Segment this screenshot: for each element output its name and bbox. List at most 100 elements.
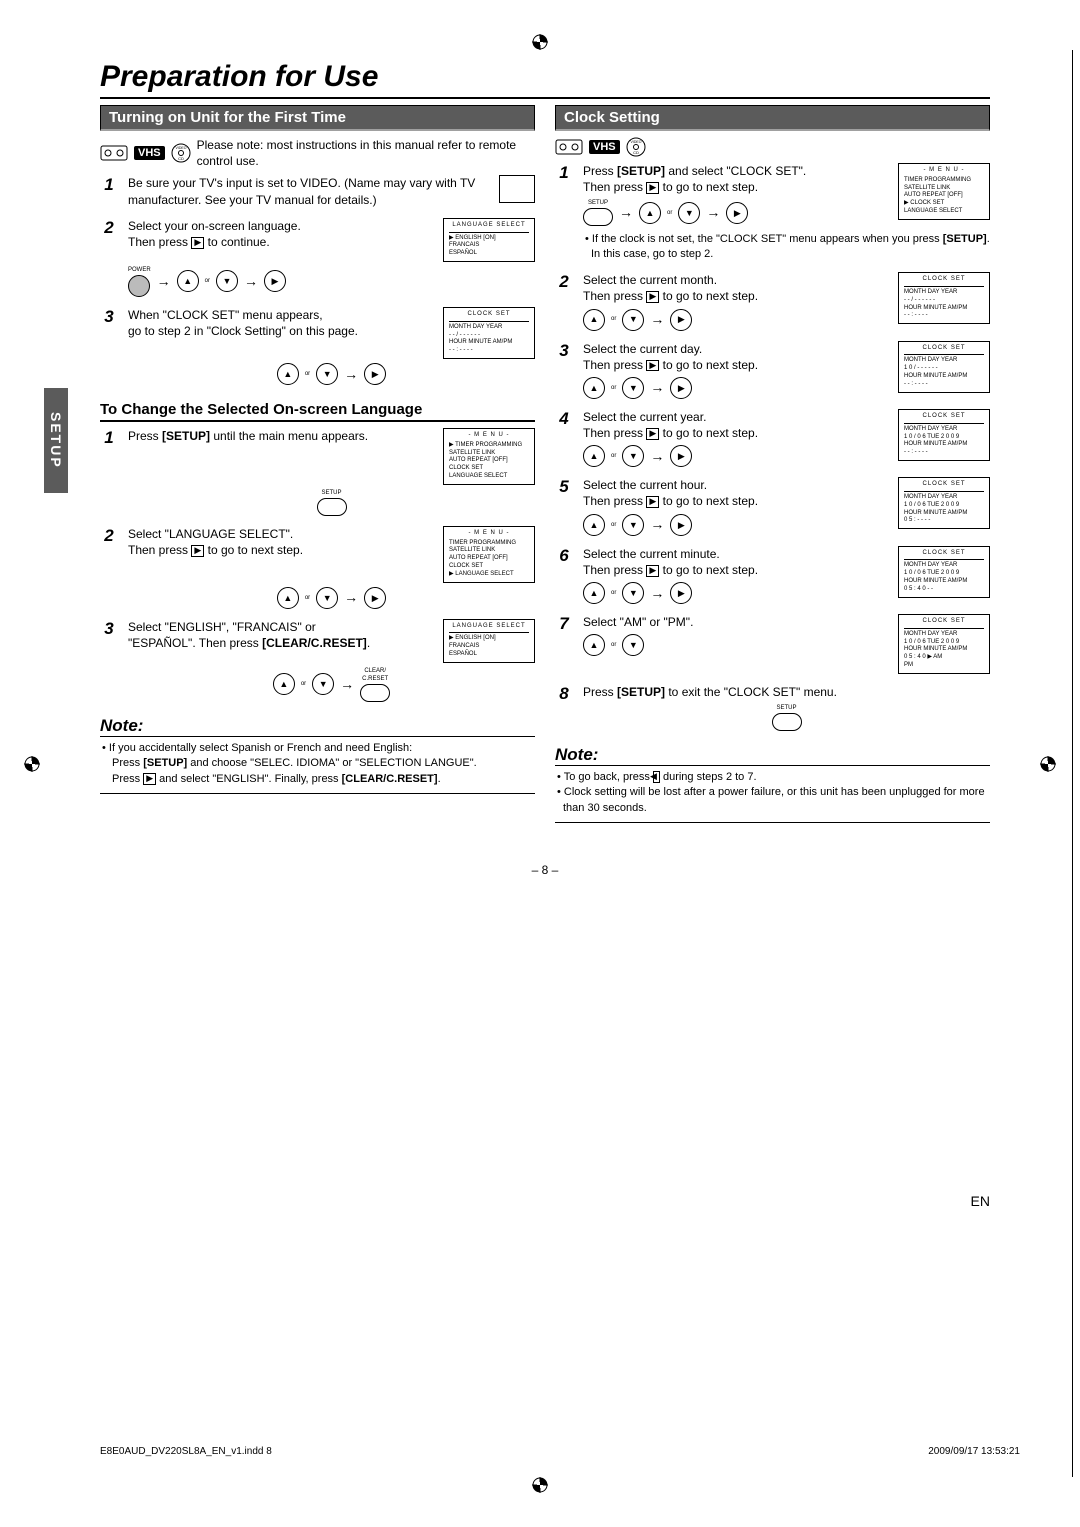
up-button-icon: ▲ (177, 270, 199, 292)
or-label: or (305, 594, 310, 602)
down-button-icon: ▼ (622, 582, 644, 604)
osd-clock-set: CLOCK SET MONTH DAY YEAR 1 0 / 0 6 TUE 2… (898, 546, 990, 598)
arrow-icon: → (619, 203, 633, 222)
right-button-icon: ▶ (364, 363, 386, 385)
print-footer: E8E0AUD_DV220SL8A_EN_v1.indd 8 2009/09/1… (100, 1446, 1020, 1457)
osd-clock-set: CLOCK SET MONTH DAY YEAR 1 0 / 0 6 TUE 2… (898, 477, 990, 529)
down-button-icon: ▼ (678, 202, 700, 224)
arrow-icon: → (157, 272, 171, 291)
osd-clock-set: CLOCK SET MONTH DAY YEAR - - / - - - - -… (898, 272, 990, 324)
right-button-icon: ▶ (670, 582, 692, 604)
step-text: Select "LANGUAGE SELECT". (128, 526, 433, 542)
step-number: 6 (555, 546, 573, 604)
right-button-icon: ▶ (670, 445, 692, 467)
or-label: or (611, 521, 616, 529)
or-label: or (611, 315, 616, 323)
arrow-icon: → (340, 675, 354, 694)
step-text: Then press ▶ to go to next step. (583, 425, 888, 441)
step-text: Select "AM" or "PM". (583, 614, 888, 630)
right-button-icon: ▶ (364, 587, 386, 609)
or-label: or (301, 680, 306, 688)
down-button-icon: ▼ (312, 673, 334, 695)
step-text: "ESPAÑOL". Then press [CLEAR/C.RESET]. (128, 635, 433, 651)
note-body: • If you accidentally select Spanish or … (100, 741, 535, 794)
osd-clock-set: CLOCK SET MONTH DAY YEAR 1 0 / - - - - -… (898, 341, 990, 393)
step-number: 3 (100, 307, 118, 385)
arrow-icon: → (244, 272, 258, 291)
up-button-icon: ▲ (639, 202, 661, 224)
step-text: Be sure your TV's input is set to VIDEO.… (128, 175, 489, 207)
arrow-icon: → (344, 588, 358, 607)
sub-bullet: • If the clock is not set, the "CLOCK SE… (583, 232, 990, 262)
up-button-icon: ▲ (583, 634, 605, 656)
registration-mark-icon (1040, 756, 1056, 772)
arrow-icon: → (650, 584, 664, 603)
registration-mark-icon (532, 1477, 548, 1493)
arrow-icon: → (706, 203, 720, 222)
or-label: or (205, 277, 210, 285)
step-number: 7 (555, 614, 573, 674)
step-text: Press [SETUP] to exit the "CLOCK SET" me… (583, 684, 990, 700)
right-button-icon: ▶ (264, 270, 286, 292)
down-button-icon: ▼ (622, 634, 644, 656)
step-number: 3 (555, 341, 573, 399)
osd-language-select: LANGUAGE SELECT ▶ ENGLISH [ON] FRANCAIS … (443, 619, 535, 663)
footer-timestamp: 2009/09/17 13:53:21 (928, 1446, 1020, 1457)
clear-button-icon (360, 684, 390, 702)
power-label: POWER (128, 266, 151, 274)
setup-label: SETUP (588, 199, 608, 207)
right-button-icon: ▶ (726, 202, 748, 224)
down-button-icon: ▼ (622, 377, 644, 399)
step-text: Select the current minute. (583, 546, 888, 562)
setup-button-icon (317, 498, 347, 516)
page-number: – 8 – (100, 863, 990, 877)
down-button-icon: ▼ (622, 309, 644, 331)
svg-text:CD: CD (633, 150, 639, 155)
step-text: Press [SETUP] and select "CLOCK SET". (583, 163, 888, 179)
down-button-icon: ▼ (622, 445, 644, 467)
step-number: 4 (555, 409, 573, 467)
subsection-header: To Change the Selected On-screen Languag… (100, 401, 535, 422)
vhs-note: Please note: most instructions in this m… (197, 137, 535, 169)
osd-clock-set: CLOCK SET MONTH DAY YEAR - - / - - - - -… (443, 307, 535, 359)
down-button-icon: ▼ (216, 270, 238, 292)
cassette-icon (100, 143, 128, 163)
section-header-turning-on: Turning on Unit for the First Time (100, 105, 535, 131)
arrow-icon: → (344, 365, 358, 384)
page-title: Preparation for Use (100, 60, 990, 99)
up-button-icon: ▲ (583, 309, 605, 331)
arrow-icon: → (650, 378, 664, 397)
note-header: Note: (100, 716, 535, 737)
side-tab-setup: SETUP (44, 388, 68, 493)
setup-label: SETUP (776, 704, 796, 712)
step-text: Select the current month. (583, 272, 888, 288)
up-button-icon: ▲ (273, 673, 295, 695)
arrow-icon: → (650, 310, 664, 329)
svg-text:CD: CD (178, 156, 184, 161)
step-text: go to step 2 in "Clock Setting" on this … (128, 323, 433, 339)
step-number: 5 (555, 477, 573, 535)
step-text: Select your on-screen language. (128, 218, 433, 234)
arrow-icon: → (650, 447, 664, 466)
note-header: Note: (555, 745, 990, 766)
up-button-icon: ▲ (277, 587, 299, 609)
down-button-icon: ▼ (622, 514, 644, 536)
osd-main-menu: - M E N U - TIMER PROGRAMMING SATELLITE … (443, 526, 535, 583)
step-number: 1 (100, 175, 118, 207)
svg-text:VIDEO: VIDEO (175, 146, 186, 150)
disc-icon: VIDEO CD (171, 143, 191, 163)
language-code: EN (971, 1193, 990, 1209)
step-number: 2 (555, 272, 573, 330)
left-column: Turning on Unit for the First Time VHS V… (100, 105, 535, 823)
svg-text:VIDEO: VIDEO (630, 140, 641, 144)
step-text: Select the current year. (583, 409, 888, 425)
or-label: or (611, 589, 616, 597)
or-label: or (611, 384, 616, 392)
osd-clock-set: CLOCK SET MONTH DAY YEAR 1 0 / 0 6 TUE 2… (898, 614, 990, 674)
step-text: Select the current hour. (583, 477, 888, 493)
tv-icon (499, 175, 535, 203)
up-button-icon: ▲ (277, 363, 299, 385)
step-text: Select "ENGLISH", "FRANCAIS" or (128, 619, 433, 635)
step-text: Then press ▶ to go to next step. (583, 493, 888, 509)
cassette-icon (555, 137, 583, 157)
